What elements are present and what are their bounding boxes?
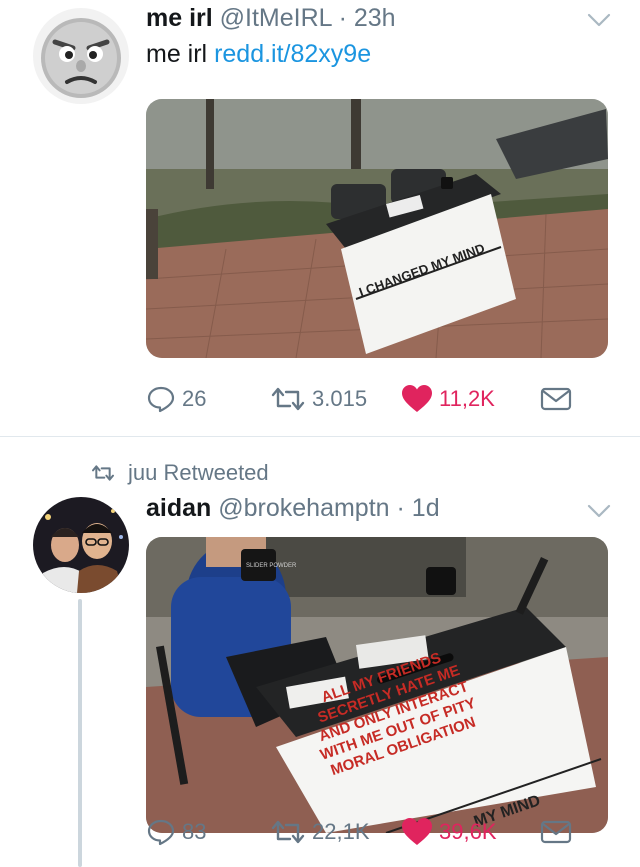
timestamp[interactable]: 1d xyxy=(412,494,440,522)
tweet-media-image[interactable]: SLIDER POWDER ALL MY FRIENDS SECRETLY HA… xyxy=(146,537,608,833)
thomas-face-icon xyxy=(33,8,129,104)
user-handle[interactable]: @ItMeIRL xyxy=(220,4,332,32)
reply-button[interactable]: 26 xyxy=(146,382,206,416)
direct-message-button[interactable] xyxy=(540,815,572,849)
heart-icon xyxy=(402,818,432,845)
tweet-actions: 83 22,1K 39,6K xyxy=(146,815,576,849)
tweet-header: aidan @brokehamptn · 1d xyxy=(146,494,440,523)
chevron-down-icon[interactable] xyxy=(587,12,611,28)
envelope-icon xyxy=(540,820,572,844)
user-handle[interactable]: @brokehamptn xyxy=(218,494,389,522)
retweet-icon xyxy=(92,465,114,481)
reply-count: 83 xyxy=(182,819,207,844)
display-name[interactable]: aidan xyxy=(146,494,211,522)
reply-count: 26 xyxy=(182,386,207,411)
tweet-text-content: me irl xyxy=(146,40,208,68)
heart-icon xyxy=(402,385,432,412)
retweet-count: 3.015 xyxy=(312,386,368,411)
retweet-button[interactable]: 22,1K xyxy=(270,815,370,849)
reply-icon xyxy=(147,386,175,413)
retweet-icon xyxy=(271,820,305,844)
like-button[interactable]: 39,6K xyxy=(401,815,497,849)
separator-dot: · xyxy=(338,4,347,32)
chevron-down-icon[interactable] xyxy=(587,503,611,519)
retweet-icon xyxy=(271,387,305,411)
direct-message-button[interactable] xyxy=(540,382,572,416)
like-count: 39,6K xyxy=(439,819,497,844)
envelope-icon xyxy=(540,387,572,411)
change-my-mind-photo-icon: SLIDER POWDER ALL MY FRIENDS SECRETLY HA… xyxy=(146,537,608,833)
tweet-link[interactable]: redd.it/82xy9e xyxy=(214,40,371,68)
reply-button[interactable]: 83 xyxy=(146,815,206,849)
tweet-actions: 26 3.015 11,2K xyxy=(146,382,576,416)
tweet-header: me irl @ItMeIRL · 23h xyxy=(146,4,396,33)
thread-line xyxy=(78,599,82,867)
retweet-context[interactable]: juu Retweeted xyxy=(90,458,269,488)
tweet-1[interactable]: me irl @ItMeIRL · 23h me irl redd.it/82x… xyxy=(0,0,640,436)
retweeted-by-label: juu Retweeted xyxy=(128,460,269,485)
tweet-text: me irl redd.it/82xy9e xyxy=(146,40,371,69)
friends-photo-icon xyxy=(33,497,129,593)
tweet-2[interactable]: juu Retweeted aidan @brokehamptn · 1d SL… xyxy=(0,437,640,867)
mug-text: SLIDER POWDER xyxy=(246,563,297,569)
like-button[interactable]: 11,2K xyxy=(401,382,495,416)
separator-dot: · xyxy=(396,494,405,522)
change-my-mind-photo-icon: I CHANGED MY MIND xyxy=(146,99,608,358)
retweet-button[interactable]: 3.015 xyxy=(270,382,367,416)
like-count: 11,2K xyxy=(439,386,495,411)
tweet-media-image[interactable]: I CHANGED MY MIND xyxy=(146,99,608,358)
reply-icon xyxy=(147,819,175,846)
timestamp[interactable]: 23h xyxy=(354,4,396,32)
avatar[interactable] xyxy=(33,497,129,593)
avatar[interactable] xyxy=(33,8,129,104)
display-name[interactable]: me irl xyxy=(146,4,213,32)
retweet-count: 22,1K xyxy=(312,819,370,844)
